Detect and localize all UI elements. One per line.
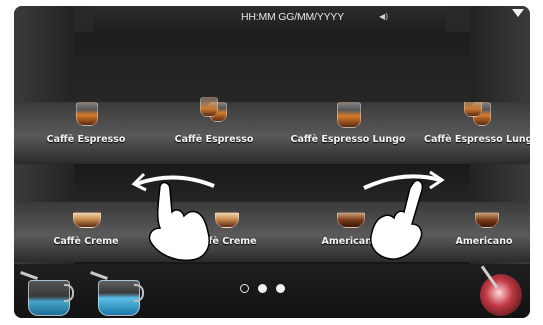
swipe-right-hand-icon xyxy=(363,170,445,260)
device-frame: HH:MM GG/MM/YYYY ◀) Caffè Espresso Caffè… xyxy=(0,0,543,325)
status-bar: HH:MM GG/MM/YYYY ◀) xyxy=(94,6,446,32)
steam-wand-icon[interactable] xyxy=(480,274,522,316)
beverage-label: Caffè Espresso xyxy=(174,134,254,145)
page-dot-2[interactable] xyxy=(258,284,267,293)
page-dot-3[interactable] xyxy=(276,284,285,293)
creme-cup-icon xyxy=(73,212,101,232)
espresso-cup-icon xyxy=(76,102,98,130)
upper-back-panel xyxy=(74,32,470,102)
beverage-label: Caffè Espresso Lungo xyxy=(424,134,530,145)
shelf-row-2: Caffè Creme Caffè Creme Americano Americ… xyxy=(14,202,530,262)
beverage-label: Caffè Creme xyxy=(53,236,119,247)
clock-date: HH:MM GG/MM/YYYY xyxy=(241,11,344,23)
beverage-label: Caffè Espresso xyxy=(46,134,126,145)
double-americano-cup-icon xyxy=(469,212,499,232)
page-indicator xyxy=(240,284,285,293)
dropdown-arrow-icon[interactable] xyxy=(512,9,524,17)
double-espresso-lungo-cup-icon xyxy=(463,102,493,130)
shelf-row-1: Caffè Espresso Caffè Espresso Caffè Espr… xyxy=(14,97,530,164)
touch-screen: HH:MM GG/MM/YYYY ◀) Caffè Espresso Caffè… xyxy=(14,6,530,318)
milk-jug-icon[interactable] xyxy=(20,270,74,316)
page-dot-1[interactable] xyxy=(240,284,249,293)
beverage-tile-caffe-espresso[interactable]: Caffè Espresso xyxy=(26,102,146,145)
double-espresso-cup-icon xyxy=(199,97,229,130)
speaker-icon[interactable]: ◀) xyxy=(379,12,388,21)
espresso-lungo-cup-icon xyxy=(337,102,361,130)
beverage-label: Caffè Espresso Lungo xyxy=(290,134,406,145)
hot-water-jug-icon[interactable] xyxy=(90,270,144,316)
swipe-left-hand-icon xyxy=(131,172,215,262)
beverage-tile-espresso-lungo[interactable]: Caffè Espresso Lungo xyxy=(288,102,408,145)
beverage-tile-double-espresso-lungo[interactable]: Caffè Espresso Lungo xyxy=(424,102,530,145)
beverage-tile-double-espresso[interactable]: Caffè Espresso xyxy=(154,97,274,145)
beverage-tile-caffe-creme[interactable]: Caffè Creme xyxy=(26,212,146,247)
